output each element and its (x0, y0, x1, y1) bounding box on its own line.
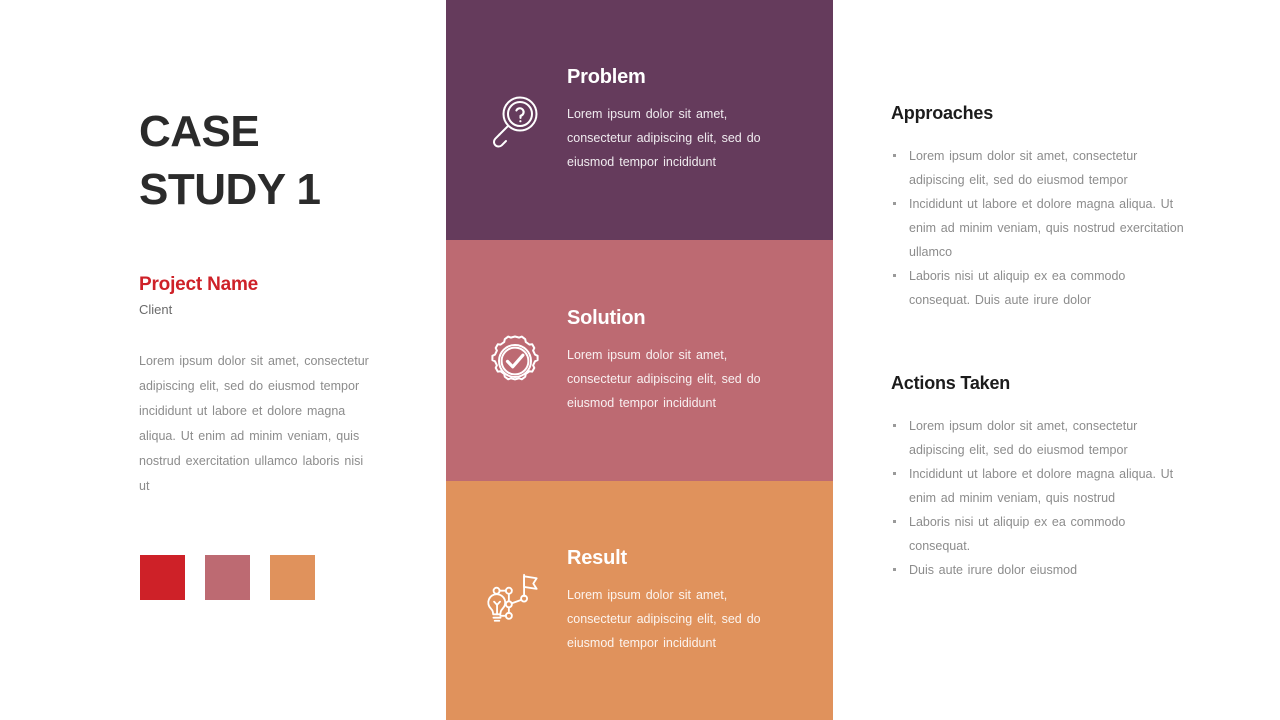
swatch-orange (270, 555, 315, 600)
client-label: Client (139, 302, 173, 317)
magnifier-question-icon (484, 89, 546, 151)
list-item: Laboris nisi ut aliquip ex ea commodo co… (891, 264, 1191, 312)
panel-solution-text: Solution Lorem ipsum dolor sit amet, con… (567, 307, 772, 415)
panel-problem-text: Problem Lorem ipsum dolor sit amet, cons… (567, 66, 772, 174)
actions-taken-block: Actions Taken Lorem ipsum dolor sit amet… (891, 373, 1191, 582)
panel-solution-body: Lorem ipsum dolor sit amet, consectetur … (567, 347, 761, 410)
right-column: Approaches Lorem ipsum dolor sit amet, c… (833, 0, 1280, 720)
panel-problem-heading: Problem (567, 66, 646, 88)
approaches-block: Approaches Lorem ipsum dolor sit amet, c… (891, 103, 1191, 312)
list-item: Incididunt ut labore et dolore magna ali… (891, 192, 1191, 264)
swatch-rose (205, 555, 250, 600)
list-item: Incididunt ut labore et dolore magna ali… (891, 462, 1191, 510)
approaches-heading: Approaches (891, 103, 994, 123)
list-item: Duis aute irure dolor eiusmod (891, 558, 1191, 582)
project-name: Project Name (139, 274, 259, 295)
panel-problem: Problem Lorem ipsum dolor sit amet, cons… (446, 0, 833, 240)
swatch-red (140, 555, 185, 600)
left-body-text: Lorem ipsum dolor sit amet, consectetur … (139, 354, 369, 493)
list-item: Lorem ipsum dolor sit amet, consectetur … (891, 144, 1191, 192)
list-item: Lorem ipsum dolor sit amet, consectetur … (891, 414, 1191, 462)
center-panels-column: Problem Lorem ipsum dolor sit amet, cons… (446, 0, 833, 720)
panel-result: Result Lorem ipsum dolor sit amet, conse… (446, 481, 833, 720)
case-study-slide: CASE STUDY 1 Project Name Client Lorem i… (0, 0, 1280, 720)
actions-taken-heading: Actions Taken (891, 373, 1011, 393)
page-title-line-2: STUDY 1 (139, 165, 321, 215)
list-item: Laboris nisi ut aliquip ex ea commodo co… (891, 510, 1191, 558)
panel-solution: Solution Lorem ipsum dolor sit amet, con… (446, 240, 833, 481)
panel-solution-heading: Solution (567, 306, 646, 329)
panel-result-body: Lorem ipsum dolor sit amet, consectetur … (567, 587, 761, 650)
page-title-line-1: CASE (139, 107, 260, 156)
lightbulb-path-flag-icon (480, 570, 542, 632)
panel-result-heading: Result (567, 546, 627, 569)
panel-result-text: Result Lorem ipsum dolor sit amet, conse… (567, 547, 772, 655)
approaches-bullet-list: Lorem ipsum dolor sit amet, consectetur … (891, 144, 1191, 312)
gear-check-icon (484, 330, 546, 392)
panel-problem-body: Lorem ipsum dolor sit amet, consectetur … (567, 107, 761, 169)
color-swatch-group (140, 555, 315, 600)
left-column: CASE STUDY 1 Project Name Client Lorem i… (0, 0, 446, 720)
actions-taken-bullet-list: Lorem ipsum dolor sit amet, consectetur … (891, 414, 1191, 582)
page-title: CASE STUDY 1 (139, 103, 439, 219)
